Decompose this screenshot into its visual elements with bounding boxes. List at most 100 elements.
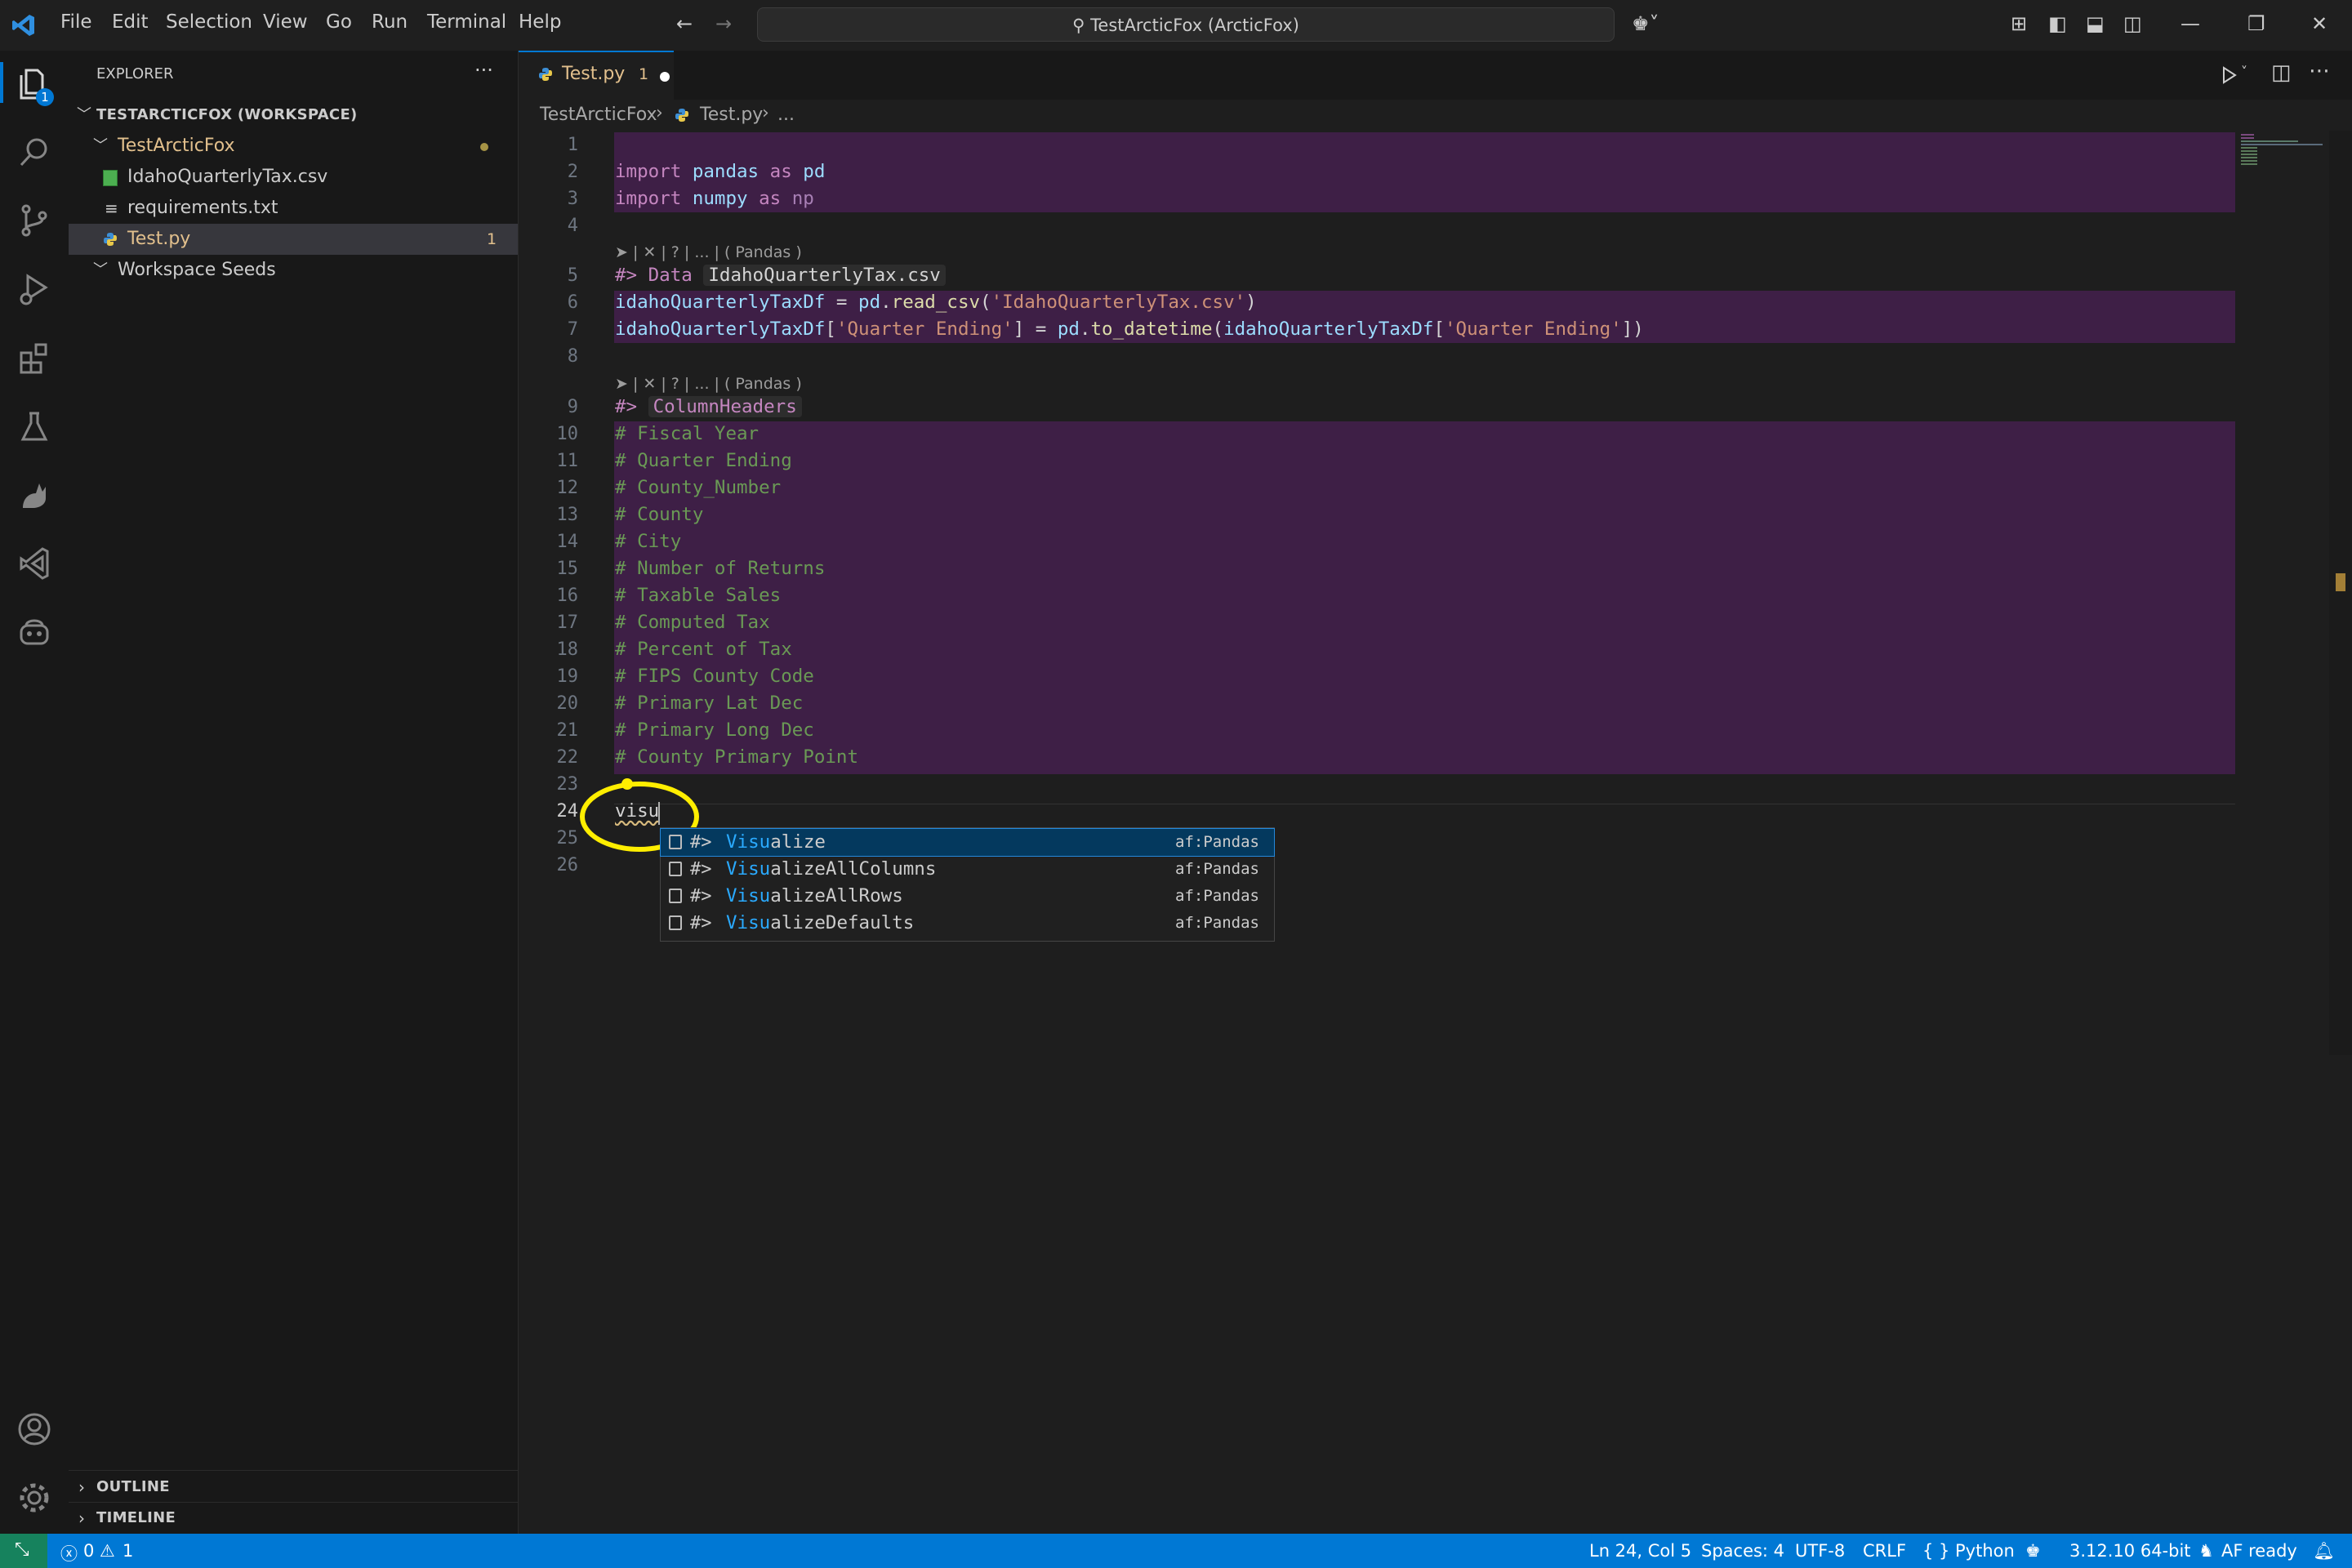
suggestion-widget[interactable]: #> Visualize af:Pandas #> VisualizeAllCo… — [660, 827, 1275, 942]
chevron-right-icon: › — [78, 1477, 85, 1497]
indentation[interactable]: Spaces: 4 — [1701, 1541, 1784, 1561]
file-item-requirements[interactable]: ≡ requirements.txt — [69, 193, 518, 224]
menu-edit[interactable]: Edit — [112, 11, 149, 33]
forward-arrow-icon[interactable]: → — [715, 11, 732, 36]
close-icon[interactable]: ✕ — [2311, 11, 2328, 36]
copilot-icon[interactable]: ♚˅ — [1632, 11, 1659, 36]
line-number: 18 — [556, 639, 579, 660]
suggestion-item[interactable]: #> VisualizeDefaults af:Pandas — [661, 910, 1274, 937]
errors-icon[interactable]: ⓧ — [60, 1541, 78, 1566]
notifications-bell-icon[interactable]: 🔔︎ — [2313, 1541, 2335, 1561]
menu-go[interactable]: Go — [326, 11, 352, 33]
explorer-badge: 1 — [36, 88, 54, 106]
code-line-2: import pandas as pd — [615, 161, 826, 182]
code-comment: # Quarter Ending — [615, 450, 792, 471]
folder-row[interactable]: ﹀ TestArcticFox — [69, 131, 518, 162]
workspace-header[interactable]: ﹀ TESTARCTICFOX (WORKSPACE) — [69, 100, 518, 131]
menu-run[interactable]: Run — [372, 11, 408, 33]
language-mode[interactable]: Python — [1955, 1541, 2015, 1561]
line-ending[interactable]: CRLF — [1863, 1541, 1906, 1561]
file-item-csv[interactable]: IdahoQuarterlyTax.csv — [69, 162, 518, 193]
suggestion-item[interactable]: #> VisualizeAllRows af:Pandas — [661, 883, 1274, 910]
arcticfox-icon[interactable] — [15, 475, 54, 514]
problem-count-badge: 1 — [487, 230, 497, 248]
menu-help[interactable]: Help — [519, 11, 561, 33]
customize-layout-icon[interactable]: ⊞ — [2011, 11, 2027, 36]
outline-section[interactable]: › OUTLINE — [69, 1472, 518, 1503]
menu-selection[interactable]: Selection — [166, 11, 252, 33]
errors-count[interactable]: 0 — [83, 1541, 94, 1561]
suggestion-item[interactable]: #> Visualize af:Pandas — [660, 828, 1275, 857]
minimize-icon[interactable]: — — [2180, 11, 2200, 36]
encoding[interactable]: UTF-8 — [1795, 1541, 1845, 1561]
toggle-panel-icon[interactable]: ⬓ — [2086, 11, 2105, 36]
toggle-secondary-sidebar-icon[interactable]: ◫ — [2123, 11, 2142, 36]
af-status[interactable]: AF ready — [2221, 1541, 2297, 1561]
source-control-icon[interactable] — [15, 201, 54, 240]
extensions-icon[interactable] — [15, 338, 54, 377]
tab-problem-count: 1 — [639, 65, 649, 83]
warnings-count[interactable]: 1 — [122, 1541, 133, 1561]
modified-dot-icon — [480, 143, 488, 151]
line-number: 9 — [567, 397, 578, 417]
breadcrumb-symbol[interactable]: ... — [777, 105, 795, 125]
testing-flask-icon[interactable] — [15, 407, 54, 446]
cursor-position[interactable]: Ln 24, Col 5 — [1589, 1541, 1691, 1561]
timeline-section[interactable]: › TIMELINE — [69, 1503, 518, 1534]
line-number: 25 — [556, 828, 579, 849]
snippet-icon — [669, 835, 682, 849]
chevron-down-icon: ﹀ — [93, 137, 108, 154]
code-lens-actions[interactable]: ➤ | ✕ | ? | ... | ( Pandas ) — [615, 375, 802, 393]
code-line-3: import numpy as np — [615, 188, 814, 209]
vertical-scrollbar[interactable] — [2329, 131, 2352, 1055]
file-item-test-py[interactable]: Test.py 1 — [69, 224, 518, 255]
braces-icon: { } — [1922, 1541, 1950, 1561]
workspace-seeds-row[interactable]: ﹀ Workspace Seeds — [69, 255, 518, 286]
code-lens-actions[interactable]: ➤ | ✕ | ? | ... | ( Pandas ) — [615, 243, 802, 261]
back-arrow-icon[interactable]: ← — [676, 11, 693, 36]
line-number: 16 — [556, 586, 579, 606]
menu-terminal[interactable]: Terminal — [427, 11, 506, 33]
menu-view[interactable]: View — [263, 11, 308, 33]
vscode-logo-icon — [12, 15, 34, 36]
account-icon[interactable] — [15, 1410, 54, 1449]
workspace-name: TESTARCTICFOX (WORKSPACE) — [96, 106, 358, 123]
run-dropdown-chevron-icon[interactable]: ˅ — [2241, 64, 2247, 79]
toggle-primary-sidebar-icon[interactable]: ◧ — [2048, 11, 2067, 36]
line-number: 20 — [556, 693, 579, 714]
breadcrumb-folder[interactable]: TestArcticFox — [540, 105, 657, 125]
snippet-icon — [669, 915, 682, 930]
copilot-robot-icon[interactable] — [15, 612, 54, 652]
unsaved-dot-icon[interactable] — [660, 72, 670, 82]
run-debug-icon[interactable] — [15, 270, 54, 309]
tab-test-py[interactable]: Test.py 1 — [519, 51, 674, 100]
explorer-more-icon[interactable]: ··· — [474, 59, 493, 82]
editor-tab-bar: ˅ ◫ ⋯ — [519, 51, 2352, 100]
python-interpreter[interactable]: 3.12.10 64-bit — [2069, 1541, 2191, 1561]
minimap[interactable] — [2239, 132, 2329, 173]
code-comment: # City — [615, 531, 682, 552]
menu-file[interactable]: File — [60, 11, 92, 33]
outline-label: OUTLINE — [96, 1478, 170, 1495]
line-number: 26 — [556, 855, 579, 875]
breadcrumb: TestArcticFox › Test.py › ... — [519, 100, 2352, 131]
scrollbar-marker — [2336, 573, 2345, 591]
run-python-file-icon[interactable] — [2219, 65, 2238, 85]
line-number: 8 — [567, 346, 578, 367]
settings-gear-icon[interactable] — [15, 1478, 54, 1517]
remote-indicator[interactable]: ⤡ — [0, 1534, 47, 1568]
chevron-down-icon: ﹀ — [93, 261, 108, 278]
copilot-status-icon[interactable]: ♚ — [2025, 1541, 2041, 1561]
warnings-icon[interactable]: ⚠ — [100, 1541, 115, 1561]
command-center[interactable]: ⚲ TestArcticFox (ArcticFox) — [757, 7, 1615, 42]
arcticfox-status-icon: ♞ — [2198, 1541, 2214, 1561]
editor-more-icon[interactable]: ⋯ — [2309, 59, 2330, 83]
code-line-9: #> ColumnHeaders — [615, 396, 802, 417]
split-editor-icon[interactable]: ◫ — [2271, 60, 2292, 85]
breadcrumb-file[interactable]: Test.py — [700, 105, 763, 125]
restore-icon[interactable]: ❐ — [2247, 11, 2265, 36]
visual-studio-icon[interactable] — [15, 544, 54, 583]
line-number: 12 — [556, 478, 579, 498]
search-icon[interactable] — [15, 132, 54, 172]
suggestion-item[interactable]: #> VisualizeAllColumns af:Pandas — [661, 856, 1274, 883]
